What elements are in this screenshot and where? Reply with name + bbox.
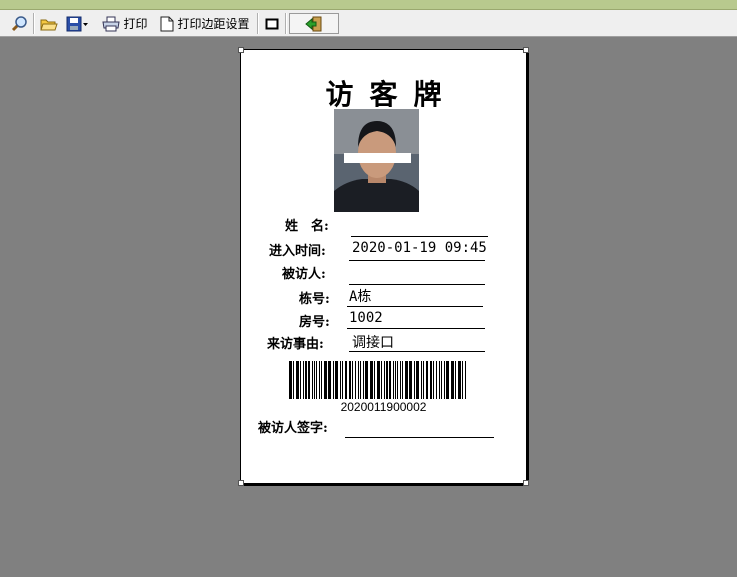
barcode-bar	[289, 361, 292, 399]
barcode-bar	[423, 361, 424, 399]
barcode-bar	[436, 361, 437, 399]
visitor-barcode	[289, 361, 466, 399]
barcode-bar	[324, 361, 327, 399]
barcode-bar	[358, 361, 359, 399]
barcode-bar	[345, 361, 347, 399]
open-button[interactable]	[38, 13, 60, 34]
save-button[interactable]	[62, 13, 92, 34]
barcode-bar	[402, 361, 403, 399]
name-label: 姓 名:	[285, 219, 329, 234]
window-top-strip	[0, 0, 737, 10]
resize-handle-bottom-right[interactable]	[523, 480, 529, 486]
barcode-bar	[300, 361, 301, 399]
zoom-button[interactable]	[8, 13, 30, 34]
visited-person-label: 被访人:	[282, 267, 326, 282]
barcode-bar	[455, 361, 456, 399]
barcode-bar	[333, 361, 334, 399]
signature-label: 被访人签字:	[258, 421, 328, 436]
magnifier-icon	[11, 15, 27, 31]
barcode-bar	[409, 361, 412, 399]
barcode-bar	[328, 361, 331, 399]
resize-handle-top-left[interactable]	[238, 47, 244, 53]
building-label: 栋号:	[299, 292, 330, 307]
barcode-bar	[433, 361, 434, 399]
badge-title: 访客牌	[325, 78, 458, 111]
barcode-bar	[458, 361, 461, 399]
print-margin-settings-button[interactable]: 打印边距设置	[157, 13, 253, 34]
barcode-bar	[352, 361, 353, 399]
barcode-bar	[384, 361, 385, 399]
barcode-bar	[340, 361, 341, 399]
barcode-bar	[389, 361, 391, 399]
barcode-bar	[439, 361, 440, 399]
barcode-bar	[363, 361, 364, 399]
print-margin-label: 打印边距设置	[177, 17, 250, 31]
print-preview-page: 访客牌 姓 名: 进入时间: 2020-01-19 09:45 被访人: 栋号:…	[238, 47, 529, 486]
barcode-bar	[321, 361, 322, 399]
barcode-bar	[312, 361, 313, 399]
exit-door-icon	[305, 16, 322, 31]
barcode-bar	[416, 361, 419, 399]
barcode-bar	[319, 361, 320, 399]
floppy-disk-icon	[66, 16, 81, 31]
barcode-bar	[441, 361, 442, 399]
page-icon	[160, 16, 174, 31]
barcode-bar	[316, 361, 317, 399]
barcode-bar	[386, 361, 388, 399]
room-value: 1002	[349, 310, 383, 326]
barcode-bar	[444, 361, 445, 399]
resize-handle-top-right[interactable]	[523, 47, 529, 53]
frame-icon	[265, 18, 279, 29]
barcode-bar	[421, 361, 422, 399]
building-value: A栋	[349, 289, 372, 305]
barcode-bar	[296, 361, 299, 399]
barcode-bar	[370, 361, 373, 399]
page-frame-button[interactable]	[262, 13, 282, 34]
barcode-bar	[397, 361, 398, 399]
chevron-down-icon	[82, 22, 88, 26]
barcode-bar	[400, 361, 401, 399]
barcode-bar	[360, 361, 361, 399]
printer-icon	[102, 16, 121, 31]
barcode-bar	[365, 361, 368, 399]
barcode-bar	[377, 361, 380, 399]
barcode-bar	[314, 361, 315, 399]
barcode-bar	[335, 361, 338, 399]
visitor-photo	[334, 109, 419, 212]
barcode-bar	[426, 361, 428, 399]
barcode-bar	[374, 361, 375, 399]
print-button[interactable]: 打印	[99, 13, 151, 34]
barcode-number: 2020011900002	[340, 400, 427, 414]
barcode-bar	[305, 361, 307, 399]
open-folder-icon	[40, 19, 58, 30]
visit-reason-label: 来访事由:	[267, 337, 324, 352]
print-label: 打印	[123, 17, 148, 31]
barcode-bar	[414, 361, 415, 399]
barcode-bar	[430, 361, 432, 399]
barcode-bar	[293, 361, 294, 399]
visit-reason-value: 调接口	[352, 335, 394, 351]
barcode-bar	[395, 361, 396, 399]
barcode-bar	[446, 361, 449, 399]
barcode-bar	[462, 361, 463, 399]
barcode-bar	[303, 361, 304, 399]
barcode-bar	[355, 361, 356, 399]
room-label: 房号:	[299, 315, 330, 330]
barcode-bar	[342, 361, 343, 399]
barcode-bar	[393, 361, 394, 399]
resize-handle-bottom-left[interactable]	[238, 480, 244, 486]
barcode-bar	[451, 361, 454, 399]
exit-button[interactable]	[289, 13, 339, 34]
entry-time-label: 进入时间:	[269, 244, 326, 259]
preview-toolbar: 打印 打印边距设置	[0, 10, 737, 37]
barcode-bar	[405, 361, 408, 399]
barcode-bar	[308, 361, 310, 399]
barcode-bar	[349, 361, 351, 399]
entry-time-value: 2020-01-19 09:45	[352, 240, 487, 256]
barcode-bar	[381, 361, 382, 399]
barcode-bar	[465, 361, 466, 399]
